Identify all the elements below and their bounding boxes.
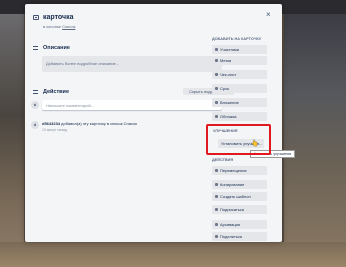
paperclip-icon — [215, 101, 218, 104]
labels-button[interactable]: Метки — [212, 56, 267, 65]
card-title[interactable]: карточка — [43, 14, 73, 22]
tag-icon — [215, 59, 218, 62]
checkbox-icon — [215, 73, 218, 76]
activity-icon — [33, 90, 38, 94]
make-template-button[interactable]: Создать шаблон — [212, 192, 267, 201]
list-prefix: в колонке — [43, 24, 61, 29]
attachment-button[interactable]: Вложение — [212, 98, 267, 107]
checklist-button[interactable]: Чек-лист — [212, 70, 267, 79]
background-left — [0, 14, 24, 267]
list-link[interactable]: Список — [62, 24, 75, 29]
activity-entry: d5643234 добавил(а) эту карточку в списо… — [42, 121, 137, 126]
activity-user[interactable]: d5643234 — [42, 121, 60, 126]
upgrades-highlight-box — [206, 124, 271, 155]
activity-text: добавил(а) эту карточку в список Список — [61, 121, 137, 126]
activity-time[interactable]: 13 минут назад — [42, 128, 67, 132]
avatar[interactable]: d — [31, 101, 39, 109]
actions-heading: ДЕЙСТВИЯ — [212, 158, 234, 162]
activity-avatar[interactable]: d — [31, 121, 39, 129]
description-input[interactable]: Добавить более подробное описание... — [42, 56, 222, 72]
archive-button[interactable]: Архивация — [212, 220, 267, 229]
share-button[interactable]: Поделиться — [212, 232, 267, 241]
watch-button[interactable]: Подписаться — [212, 205, 267, 214]
card-icon — [33, 15, 39, 20]
cover-button[interactable]: Обложка — [212, 112, 267, 121]
share-icon — [215, 235, 218, 238]
image-icon — [215, 115, 218, 118]
template-icon — [215, 195, 218, 198]
add-to-card-heading: ДОБАВИТЬ НА КАРТОЧКУ — [212, 37, 262, 41]
card-list-info: в колонке Список — [43, 24, 75, 29]
mouse-cursor-icon: 👆 — [251, 141, 259, 147]
arrow-right-icon — [215, 169, 218, 172]
members-button[interactable]: Участники — [212, 45, 267, 54]
copy-icon — [215, 183, 218, 186]
description-heading: Описание — [43, 45, 70, 51]
move-button[interactable]: Перемещение — [212, 166, 267, 175]
user-icon — [215, 48, 218, 51]
clock-icon — [215, 87, 218, 90]
background-bottom — [0, 242, 346, 267]
eye-icon — [215, 208, 218, 211]
close-icon[interactable]: × — [266, 11, 271, 19]
background-right — [284, 14, 346, 267]
card-modal: × карточка в колонке Список Описание Доб… — [25, 4, 296, 242]
description-icon — [33, 46, 38, 50]
copy-button[interactable]: Копирование — [212, 180, 267, 189]
archive-icon — [215, 223, 218, 226]
due-date-button[interactable]: Срок — [212, 84, 267, 93]
comment-input[interactable]: Напишите комментарий... — [42, 100, 222, 110]
activity-heading: Действие — [43, 89, 69, 95]
